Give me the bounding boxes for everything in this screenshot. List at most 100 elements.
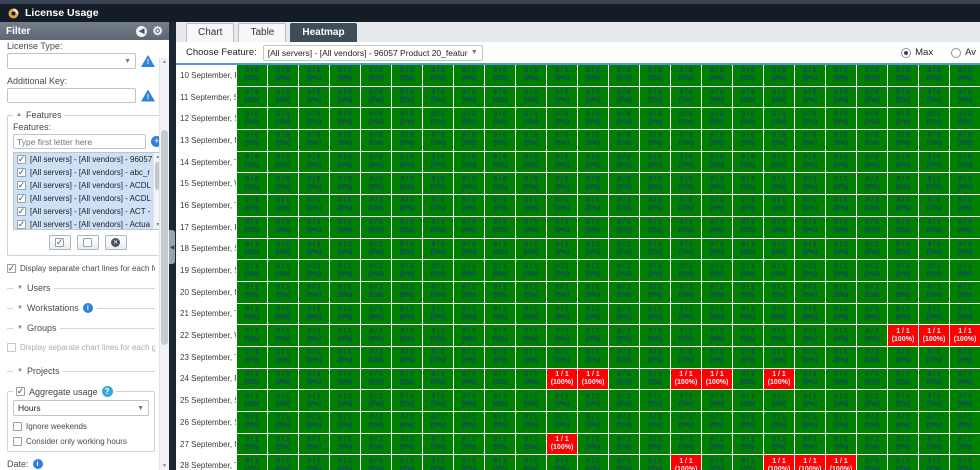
heatmap-cell[interactable]: 0 / 0(0%) (237, 87, 267, 108)
heatmap-cell[interactable]: 0 / 1(0%) (268, 434, 298, 455)
ignore-weekends-row[interactable]: Ignore weekends (13, 422, 149, 431)
heatmap-cell[interactable]: 0 / 0(0%) (919, 108, 949, 129)
heatmap-cell[interactable]: 0 / 1(0%) (392, 369, 422, 390)
heatmap-cell[interactable]: 0 / 1(0%) (330, 282, 360, 303)
heatmap-cell[interactable]: 0 / 1(0%) (671, 239, 701, 260)
heatmap-cell[interactable]: 0 / 0(0%) (516, 173, 546, 194)
heatmap-cell[interactable]: 0 / 1(0%) (640, 282, 670, 303)
heatmap-cell[interactable]: 0 / 0(0%) (733, 130, 763, 151)
heatmap-cell[interactable]: 0 / 1(0%) (919, 282, 949, 303)
heatmap-cell[interactable]: 0 / 1(0%) (330, 369, 360, 390)
heatmap-cell[interactable]: 0 / 1(0%) (423, 239, 453, 260)
additional-key-input[interactable] (7, 88, 136, 103)
heatmap-cell[interactable]: 0 / 1(0%) (733, 412, 763, 433)
heatmap-cell[interactable]: 0 / 0(0%) (857, 87, 887, 108)
heatmap-cell[interactable]: 0 / 0(0%) (423, 130, 453, 151)
heatmap-cell[interactable]: 1 / 1(100%) (764, 455, 794, 470)
heatmap-cell[interactable]: 0 / 0(0%) (919, 152, 949, 173)
heatmap-cell[interactable]: 0 / 0(0%) (547, 65, 577, 86)
scroll-down-icon[interactable]: ▼ (160, 463, 169, 469)
heatmap-cell[interactable]: 0 / 0(0%) (702, 87, 732, 108)
aggregate-checkbox[interactable] (16, 387, 25, 396)
heatmap-cell[interactable]: 0 / 1(0%) (919, 369, 949, 390)
heatmap-cell[interactable]: 0 / 0(0%) (578, 130, 608, 151)
heatmap-cell[interactable]: 0 / 1(0%) (857, 195, 887, 216)
heatmap-cell[interactable]: 0 / 0(0%) (950, 152, 980, 173)
heatmap-cell[interactable]: 0 / 1(0%) (609, 282, 639, 303)
heatmap-cell[interactable]: 0 / 1(0%) (485, 390, 515, 411)
heatmap-cell[interactable]: 0 / 0(0%) (516, 130, 546, 151)
heatmap-cell[interactable]: 0 / 1(0%) (392, 217, 422, 238)
heatmap-cell[interactable]: 0 / 1(0%) (485, 217, 515, 238)
heatmap-cell[interactable]: 0 / 1(0%) (299, 369, 329, 390)
heatmap-cell[interactable]: 0 / 1(0%) (609, 455, 639, 470)
heatmap-cell[interactable]: 0 / 1(0%) (578, 195, 608, 216)
heatmap-cell[interactable]: 0 / 0(0%) (888, 108, 918, 129)
heatmap-cell[interactable]: 0 / 1(0%) (888, 412, 918, 433)
heatmap-cell[interactable]: 0 / 1(0%) (795, 434, 825, 455)
heatmap-cell[interactable]: 0 / 1(0%) (299, 455, 329, 470)
heatmap-cell[interactable]: 0 / 1(0%) (547, 325, 577, 346)
heatmap-cell[interactable]: 0 / 1(0%) (795, 282, 825, 303)
heatmap-cell[interactable]: 0 / 1(0%) (640, 369, 670, 390)
heatmap-cell[interactable]: 0 / 0(0%) (795, 87, 825, 108)
clear-selection-button[interactable]: ✕ (105, 235, 127, 250)
heatmap-cell[interactable]: 0 / 1(0%) (888, 455, 918, 470)
heatmap-cell[interactable]: 0 / 0(0%) (485, 108, 515, 129)
heatmap-cell[interactable]: 0 / 0(0%) (857, 65, 887, 86)
heatmap-cell[interactable]: 0 / 1(0%) (578, 325, 608, 346)
heatmap-cell[interactable]: 0 / 0(0%) (640, 108, 670, 129)
radio-max[interactable] (901, 48, 911, 58)
heatmap-cell[interactable]: 0 / 1(0%) (826, 217, 856, 238)
heatmap-cell[interactable]: 0 / 1(0%) (516, 217, 546, 238)
heatmap-cell[interactable]: 0 / 0(0%) (299, 130, 329, 151)
heatmap-cell[interactable]: 0 / 1(0%) (361, 455, 391, 470)
heatmap-cell[interactable]: 0 / 0(0%) (888, 65, 918, 86)
heatmap-cell[interactable]: 0 / 1(0%) (764, 173, 794, 194)
heatmap-cell[interactable]: 0 / 1(0%) (640, 412, 670, 433)
heatmap-cell[interactable]: 0 / 1(0%) (454, 434, 484, 455)
heatmap-cell[interactable]: 0 / 1(0%) (361, 369, 391, 390)
panel-collapse-handle[interactable]: ◀ (169, 230, 175, 264)
checkbox-checked-icon[interactable] (17, 194, 26, 203)
heatmap-cell[interactable]: 0 / 1(0%) (795, 260, 825, 281)
heatmap-cell[interactable]: 0 / 1(0%) (671, 260, 701, 281)
heatmap-cell[interactable]: 0 / 0(0%) (795, 65, 825, 86)
heatmap-cell[interactable]: 0 / 0(0%) (268, 65, 298, 86)
heatmap-cell[interactable]: 0 / 0(0%) (423, 108, 453, 129)
heatmap-cell[interactable]: 0 / 1(0%) (578, 260, 608, 281)
heatmap-cell[interactable]: 0 / 0(0%) (547, 130, 577, 151)
heatmap-cell[interactable]: 0 / 1(0%) (361, 390, 391, 411)
feature-lines-checkbox-row[interactable]: Display separate chart lines for each fe… (7, 264, 155, 273)
heatmap-cell[interactable]: 0 / 1(0%) (764, 434, 794, 455)
heatmap-cell[interactable]: 0 / 1(0%) (671, 347, 701, 368)
heatmap-cell[interactable]: 1 / 1(100%) (671, 369, 701, 390)
heatmap-cell[interactable]: 0 / 1(0%) (516, 455, 546, 470)
heatmap-cell[interactable]: 0 / 0(0%) (671, 173, 701, 194)
heatmap-cell[interactable]: 0 / 1(0%) (888, 195, 918, 216)
heatmap-cell[interactable]: 0 / 1(0%) (578, 434, 608, 455)
heatmap-cell[interactable]: 0 / 1(0%) (516, 260, 546, 281)
heatmap-cell[interactable]: 0 / 0(0%) (919, 87, 949, 108)
section-workstations[interactable]: ▼Workstationsi (7, 303, 155, 313)
heatmap-cell[interactable]: 0 / 0(0%) (392, 65, 422, 86)
working-hours-row[interactable]: Consider only working hours (13, 437, 149, 446)
heatmap-cell[interactable]: 0 / 1(0%) (795, 390, 825, 411)
heatmap-cell[interactable]: 0 / 1(0%) (268, 217, 298, 238)
section-groups[interactable]: ▼Groups (7, 323, 155, 333)
heatmap-cell[interactable]: 0 / 1(0%) (733, 325, 763, 346)
heatmap-cell[interactable]: 0 / 1(0%) (764, 217, 794, 238)
heatmap-cell[interactable]: 0 / 1(0%) (919, 239, 949, 260)
heatmap-cell[interactable]: 0 / 1(0%) (237, 217, 267, 238)
heatmap-cell[interactable]: 0 / 1(0%) (330, 195, 360, 216)
heatmap-cell[interactable]: 0 / 1(0%) (268, 325, 298, 346)
heatmap-cell[interactable]: 0 / 1(0%) (919, 304, 949, 325)
heatmap-cell[interactable]: 0 / 1(0%) (547, 260, 577, 281)
heatmap-cell[interactable]: 0 / 1(0%) (330, 455, 360, 470)
heatmap-cell[interactable]: 0 / 1(0%) (733, 282, 763, 303)
heatmap-cell[interactable]: 0 / 0(0%) (454, 65, 484, 86)
heatmap-cell[interactable]: 0 / 1(0%) (950, 412, 980, 433)
heatmap-cell[interactable]: 0 / 1(0%) (361, 260, 391, 281)
heatmap-cell[interactable]: 0 / 1(0%) (764, 282, 794, 303)
heatmap-cell[interactable]: 0 / 1(0%) (795, 347, 825, 368)
